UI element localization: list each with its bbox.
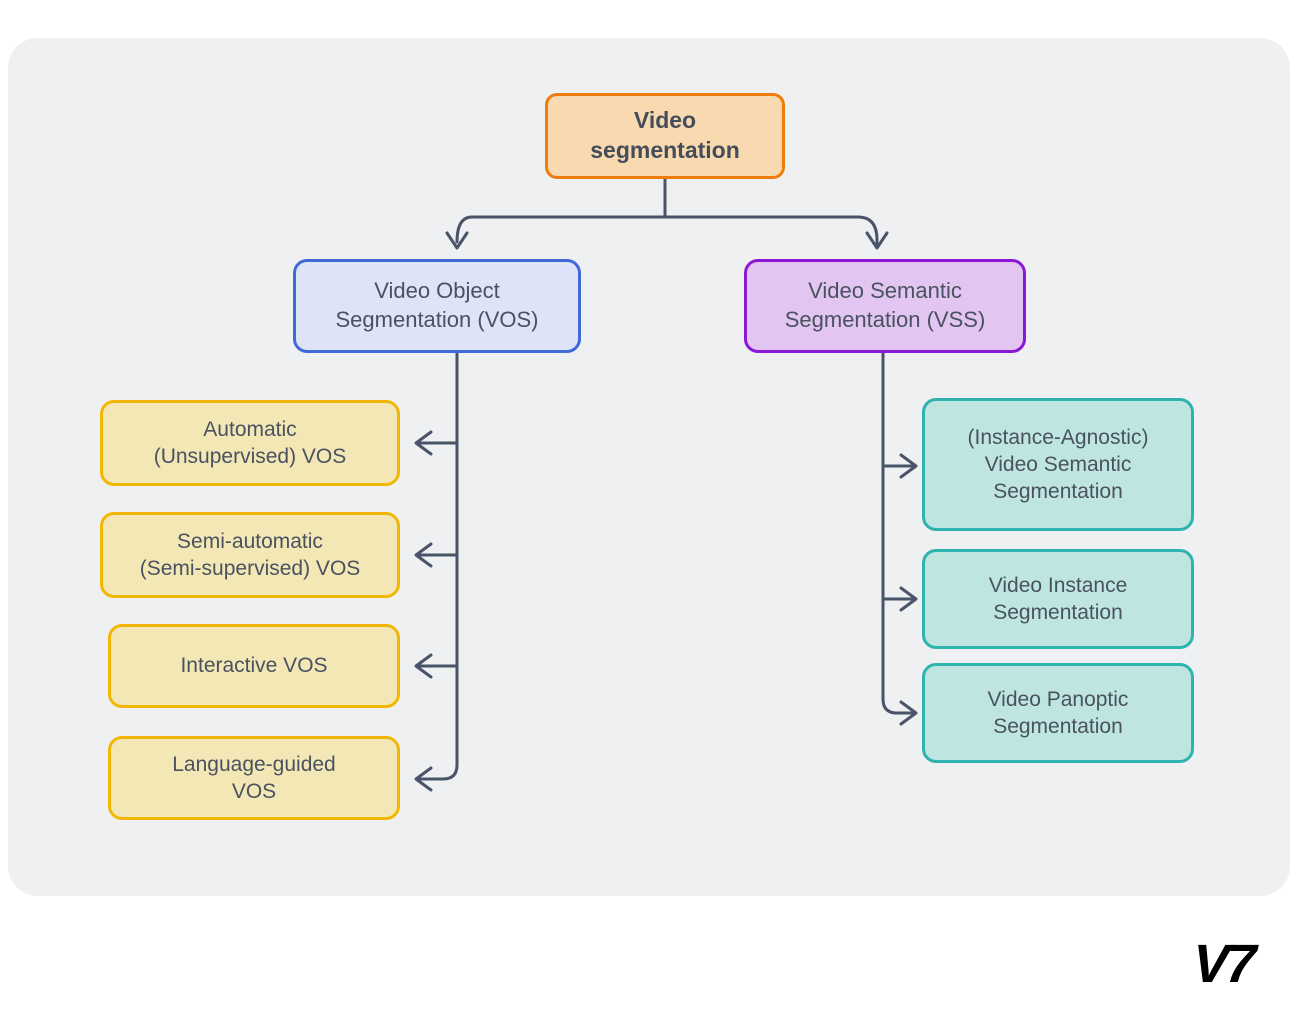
node-instance-agnostic-video-semantic-segmentation[interactable]: (Instance-Agnostic) Video Semantic Segme… (922, 398, 1194, 531)
node-video-segmentation[interactable]: Video segmentation (545, 93, 785, 179)
node-video-panoptic-segmentation[interactable]: Video Panoptic Segmentation (922, 663, 1194, 763)
v7-logo: V7 (1191, 934, 1255, 994)
node-interactive-vos[interactable]: Interactive VOS (108, 624, 400, 708)
diagram-canvas: Video segmentation Video Object Segmenta… (0, 0, 1300, 1024)
node-automatic-unsupervised-vos[interactable]: Automatic (Unsupervised) VOS (100, 400, 400, 486)
node-video-object-segmentation[interactable]: Video Object Segmentation (VOS) (293, 259, 581, 353)
node-video-instance-segmentation[interactable]: Video Instance Segmentation (922, 549, 1194, 649)
node-video-semantic-segmentation[interactable]: Video Semantic Segmentation (VSS) (744, 259, 1026, 353)
node-language-guided-vos[interactable]: Language-guided VOS (108, 736, 400, 820)
node-semi-automatic-semi-supervised-vos[interactable]: Semi-automatic (Semi-supervised) VOS (100, 512, 400, 598)
